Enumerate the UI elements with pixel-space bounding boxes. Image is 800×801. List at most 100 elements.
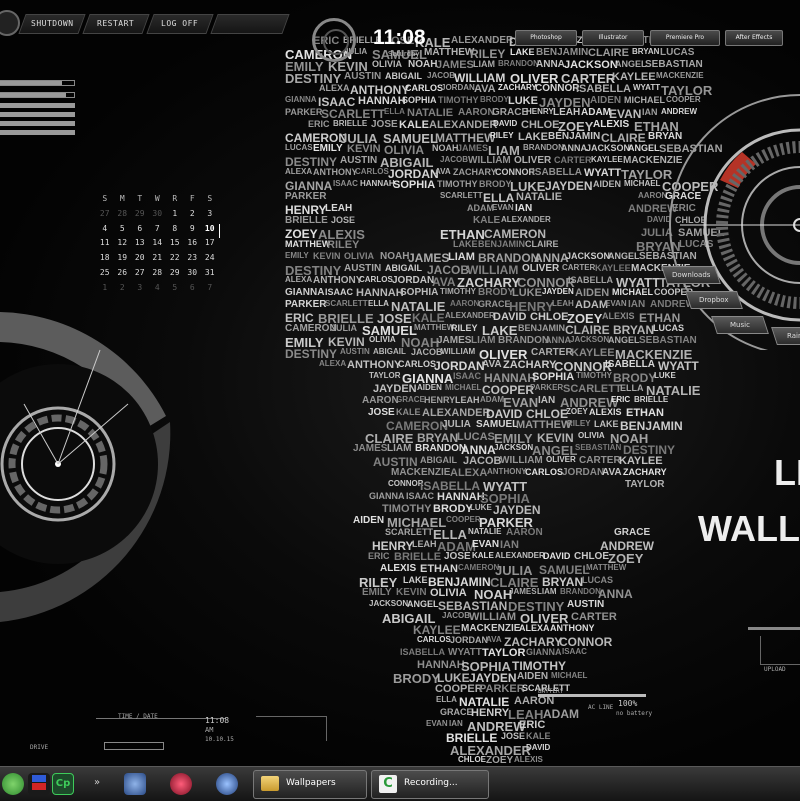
face-word: DAVID <box>493 311 527 323</box>
calendar-day[interactable]: 21 <box>149 253 167 268</box>
face-word: LIAM <box>473 59 495 69</box>
face-word: LIAM <box>387 443 412 454</box>
calendar-day[interactable]: 7 <box>201 283 219 298</box>
calendar-day[interactable]: 31 <box>201 268 219 283</box>
restart-button[interactable]: RESTART <box>82 14 150 34</box>
calendar-day[interactable]: 4 <box>149 283 167 298</box>
face-word: BRANDON <box>523 143 564 152</box>
app-tab-illustrator[interactable]: Illustrator <box>582 30 644 46</box>
calendar-day[interactable]: 23 <box>184 253 202 268</box>
face-word: ABIGAIL <box>420 455 457 465</box>
calendar-day[interactable]: 16 <box>184 238 202 253</box>
pinned-app-icon[interactable] <box>124 773 146 795</box>
app-tab-photoshop[interactable]: Photoshop <box>515 30 577 46</box>
face-word: SOPHIA <box>402 95 437 105</box>
calendar-day[interactable]: 14 <box>149 238 167 253</box>
calendar-day[interactable]: 27 <box>96 209 114 224</box>
taskbar-item-recording[interactable]: C Recording... <box>371 770 489 799</box>
calendar-day[interactable]: 19 <box>114 253 132 268</box>
face-word: JACKSON <box>570 335 610 344</box>
restart-label: RESTART <box>97 19 135 28</box>
calendar-day[interactable]: 25 <box>96 268 114 283</box>
calendar-day[interactable]: 4 <box>96 224 114 239</box>
face-word: BENJAMIN <box>478 239 526 249</box>
face-word: GRACE <box>396 395 425 404</box>
calendar-day[interactable]: 28 <box>149 268 167 283</box>
overflow-chevron-icon[interactable]: » <box>94 773 106 795</box>
calendar-day[interactable]: 13 <box>131 238 149 253</box>
calendar-day[interactable]: 2 <box>114 283 132 298</box>
face-word: ETHAN <box>626 407 664 419</box>
face-word: ADAM <box>543 707 579 721</box>
calendar-day[interactable]: 20 <box>131 253 149 268</box>
calendar-day[interactable]: 29 <box>166 268 184 283</box>
calendar-day[interactable]: 30 <box>149 209 167 224</box>
calendar-day[interactable]: 7 <box>149 224 167 239</box>
meter-bar <box>0 112 75 117</box>
calendar-day[interactable]: 6 <box>184 283 202 298</box>
calendar-day[interactable]: 12 <box>114 238 132 253</box>
app-tab-premiere[interactable]: Premiere Pro <box>650 30 720 46</box>
face-word: AIDEN <box>517 671 549 682</box>
face-word: ADAM <box>480 395 504 404</box>
calendar-day[interactable]: 18 <box>96 253 114 268</box>
face-word: JAMES <box>353 443 388 454</box>
calendar-day[interactable]: 6 <box>131 224 149 239</box>
clock-ring-icon <box>312 18 356 62</box>
shutdown-button[interactable]: SHUTDOWN <box>18 14 86 34</box>
face-word: EVAN <box>472 539 500 550</box>
calendar-day[interactable]: 28 <box>114 209 132 224</box>
calendar-day[interactable]: 2 <box>184 209 202 224</box>
face-word: MATTHEW <box>586 563 627 572</box>
face-word: GRACE <box>478 299 511 309</box>
globe-icon[interactable] <box>216 773 238 795</box>
start-orb-icon[interactable] <box>2 773 24 795</box>
calendar-day[interactable]: 5 <box>166 283 184 298</box>
face-word: LIAM <box>537 587 557 596</box>
link-downloads[interactable]: Downloads <box>661 266 721 284</box>
face-word: BRANDON <box>560 587 601 596</box>
calendar-day[interactable]: 5 <box>114 224 132 239</box>
calendar-day[interactable]: 11 <box>96 238 114 253</box>
calendar-day[interactable]: 30 <box>184 268 202 283</box>
calendar-day[interactable]: 3 <box>201 209 219 224</box>
calendar-day[interactable]: 27 <box>131 268 149 283</box>
link-dropbox[interactable]: Dropbox <box>685 291 743 309</box>
taskbar-item-wallpapers[interactable]: Wallpapers <box>253 770 367 799</box>
face-word: PARKER <box>285 299 327 310</box>
face-word: AVA <box>474 83 496 95</box>
calendar-day[interactable]: 22 <box>166 253 184 268</box>
calendar-day[interactable]: 29 <box>131 209 149 224</box>
calendar-day[interactable]: 3 <box>131 283 149 298</box>
app-tab-after-effects[interactable]: After Effects <box>725 30 783 46</box>
face-word: COOPER <box>435 683 483 695</box>
calendar-day[interactable]: 17 <box>201 238 219 253</box>
face-word: ETHAN <box>420 563 458 575</box>
captivate-icon[interactable]: Cp <box>52 773 74 795</box>
pinned-app-icon[interactable] <box>28 773 50 795</box>
calendar-day[interactable]: 26 <box>114 268 132 283</box>
face-word: MICHAEL <box>624 179 661 188</box>
calendar-day[interactable]: 8 <box>166 224 184 239</box>
record-icon[interactable] <box>170 773 192 795</box>
face-word: ABIGAIL <box>385 263 422 273</box>
calendar-day[interactable]: 10 <box>201 223 220 239</box>
calendar-weekday: T <box>137 194 143 203</box>
calendar-weekday: W <box>154 194 160 203</box>
clock-time: 11:08 <box>373 26 426 49</box>
calendar-day[interactable]: 1 <box>166 209 184 224</box>
face-word: CARTER <box>531 347 573 358</box>
face-word: JACOB <box>442 611 471 620</box>
face-word: ISAAC <box>406 491 435 501</box>
calendar-day[interactable]: 9 <box>184 224 202 239</box>
link-music[interactable]: Music <box>711 316 769 334</box>
calendar-day[interactable]: 24 <box>201 253 219 268</box>
face-word: AVA <box>486 635 502 644</box>
desktop: ERICBRIELLEJOSEKALEALEXANDERDAVIDCHLOEZO… <box>0 0 800 766</box>
calendar-day[interactable]: 1 <box>96 283 114 298</box>
logoff-button[interactable]: LOG OFF <box>146 14 214 34</box>
link-rain[interactable]: Rain <box>771 327 800 345</box>
calendar-day[interactable]: 15 <box>166 238 184 253</box>
face-word: MACKENZIE <box>461 623 521 634</box>
face-word: ELLA <box>436 695 457 704</box>
